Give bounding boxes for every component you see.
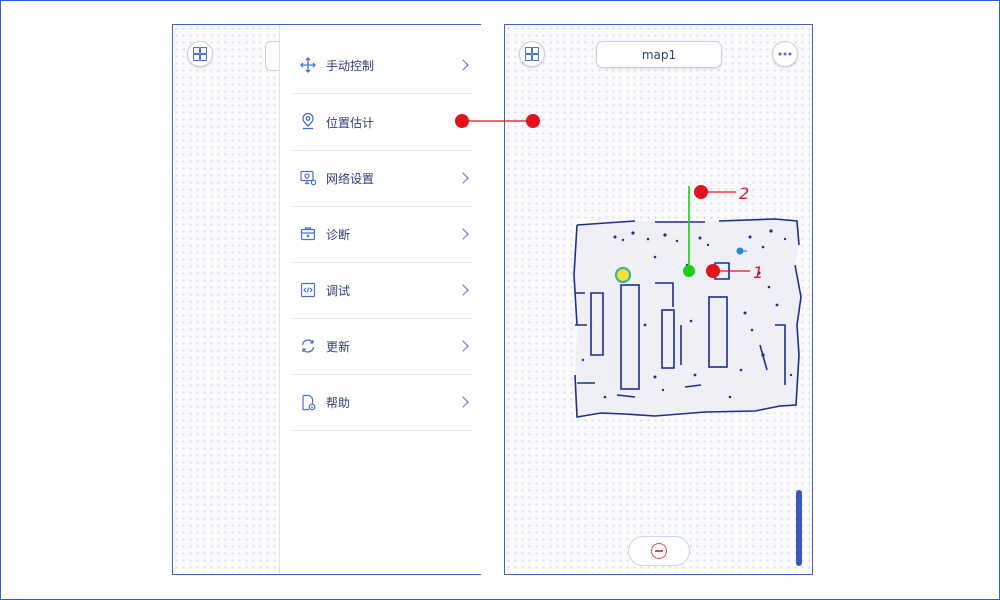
- figure-frame: [0, 0, 1000, 600]
- menu-item-help[interactable]: 帮助: [292, 374, 472, 431]
- zoom-slider-handle[interactable]: [796, 490, 802, 566]
- chevron-right-icon: [457, 59, 469, 71]
- left-app-screen: 手动控制 位置估计 网络设置 诊断 调试 更新 帮助: [172, 24, 481, 575]
- menu-item-diagnosis[interactable]: 诊断: [292, 206, 472, 263]
- more-options-button[interactable]: [772, 41, 798, 67]
- move-arrows-icon: [300, 57, 322, 73]
- menu-item-label: 网络设置: [326, 171, 375, 186]
- menu-item-label: 诊断: [326, 227, 351, 242]
- cancel-button[interactable]: [628, 536, 690, 566]
- menu-item-label: 调试: [326, 283, 351, 298]
- map-title-button[interactable]: map1: [596, 41, 722, 68]
- grid-icon: [525, 47, 539, 61]
- location-pin-icon: [300, 113, 322, 131]
- menu-item-label: 更新: [326, 339, 351, 354]
- menu-item-position-estimate[interactable]: 位置估计: [292, 94, 472, 151]
- network-settings-icon: [300, 170, 322, 186]
- menu-item-manual-control[interactable]: 手动控制: [292, 37, 472, 94]
- chevron-right-icon: [457, 396, 469, 408]
- menu-item-label: 手动控制: [326, 58, 375, 73]
- right-app-screen: map1: [504, 24, 813, 575]
- menu-item-label: 帮助: [326, 395, 351, 410]
- chevron-right-icon: [457, 284, 469, 296]
- menu-item-update[interactable]: 更新: [292, 318, 472, 375]
- code-icon: [300, 282, 322, 298]
- chevron-right-icon: [457, 340, 469, 352]
- help-document-icon: [300, 394, 322, 411]
- menu-item-label: 位置估计: [326, 115, 375, 130]
- occupancy-map[interactable]: [505, 25, 812, 574]
- grid-icon: [193, 47, 207, 61]
- grid-menu-button[interactable]: [187, 41, 213, 67]
- chevron-right-icon: [457, 172, 469, 184]
- grid-menu-button[interactable]: [519, 41, 545, 67]
- refresh-icon: [300, 338, 322, 354]
- diagnosis-kit-icon: [300, 226, 322, 242]
- more-dots-icon: [778, 52, 792, 56]
- menu-item-network-settings[interactable]: 网络设置: [292, 150, 472, 207]
- chevron-right-icon: [457, 228, 469, 240]
- charging-station-marker[interactable]: [614, 266, 632, 284]
- target-position-dot[interactable]: [736, 247, 744, 255]
- menu-item-debug[interactable]: 调试: [292, 262, 472, 319]
- side-menu-panel: 手动控制 位置估计 网络设置 诊断 调试 更新 帮助: [279, 25, 481, 574]
- minus-circle-icon: [651, 543, 667, 559]
